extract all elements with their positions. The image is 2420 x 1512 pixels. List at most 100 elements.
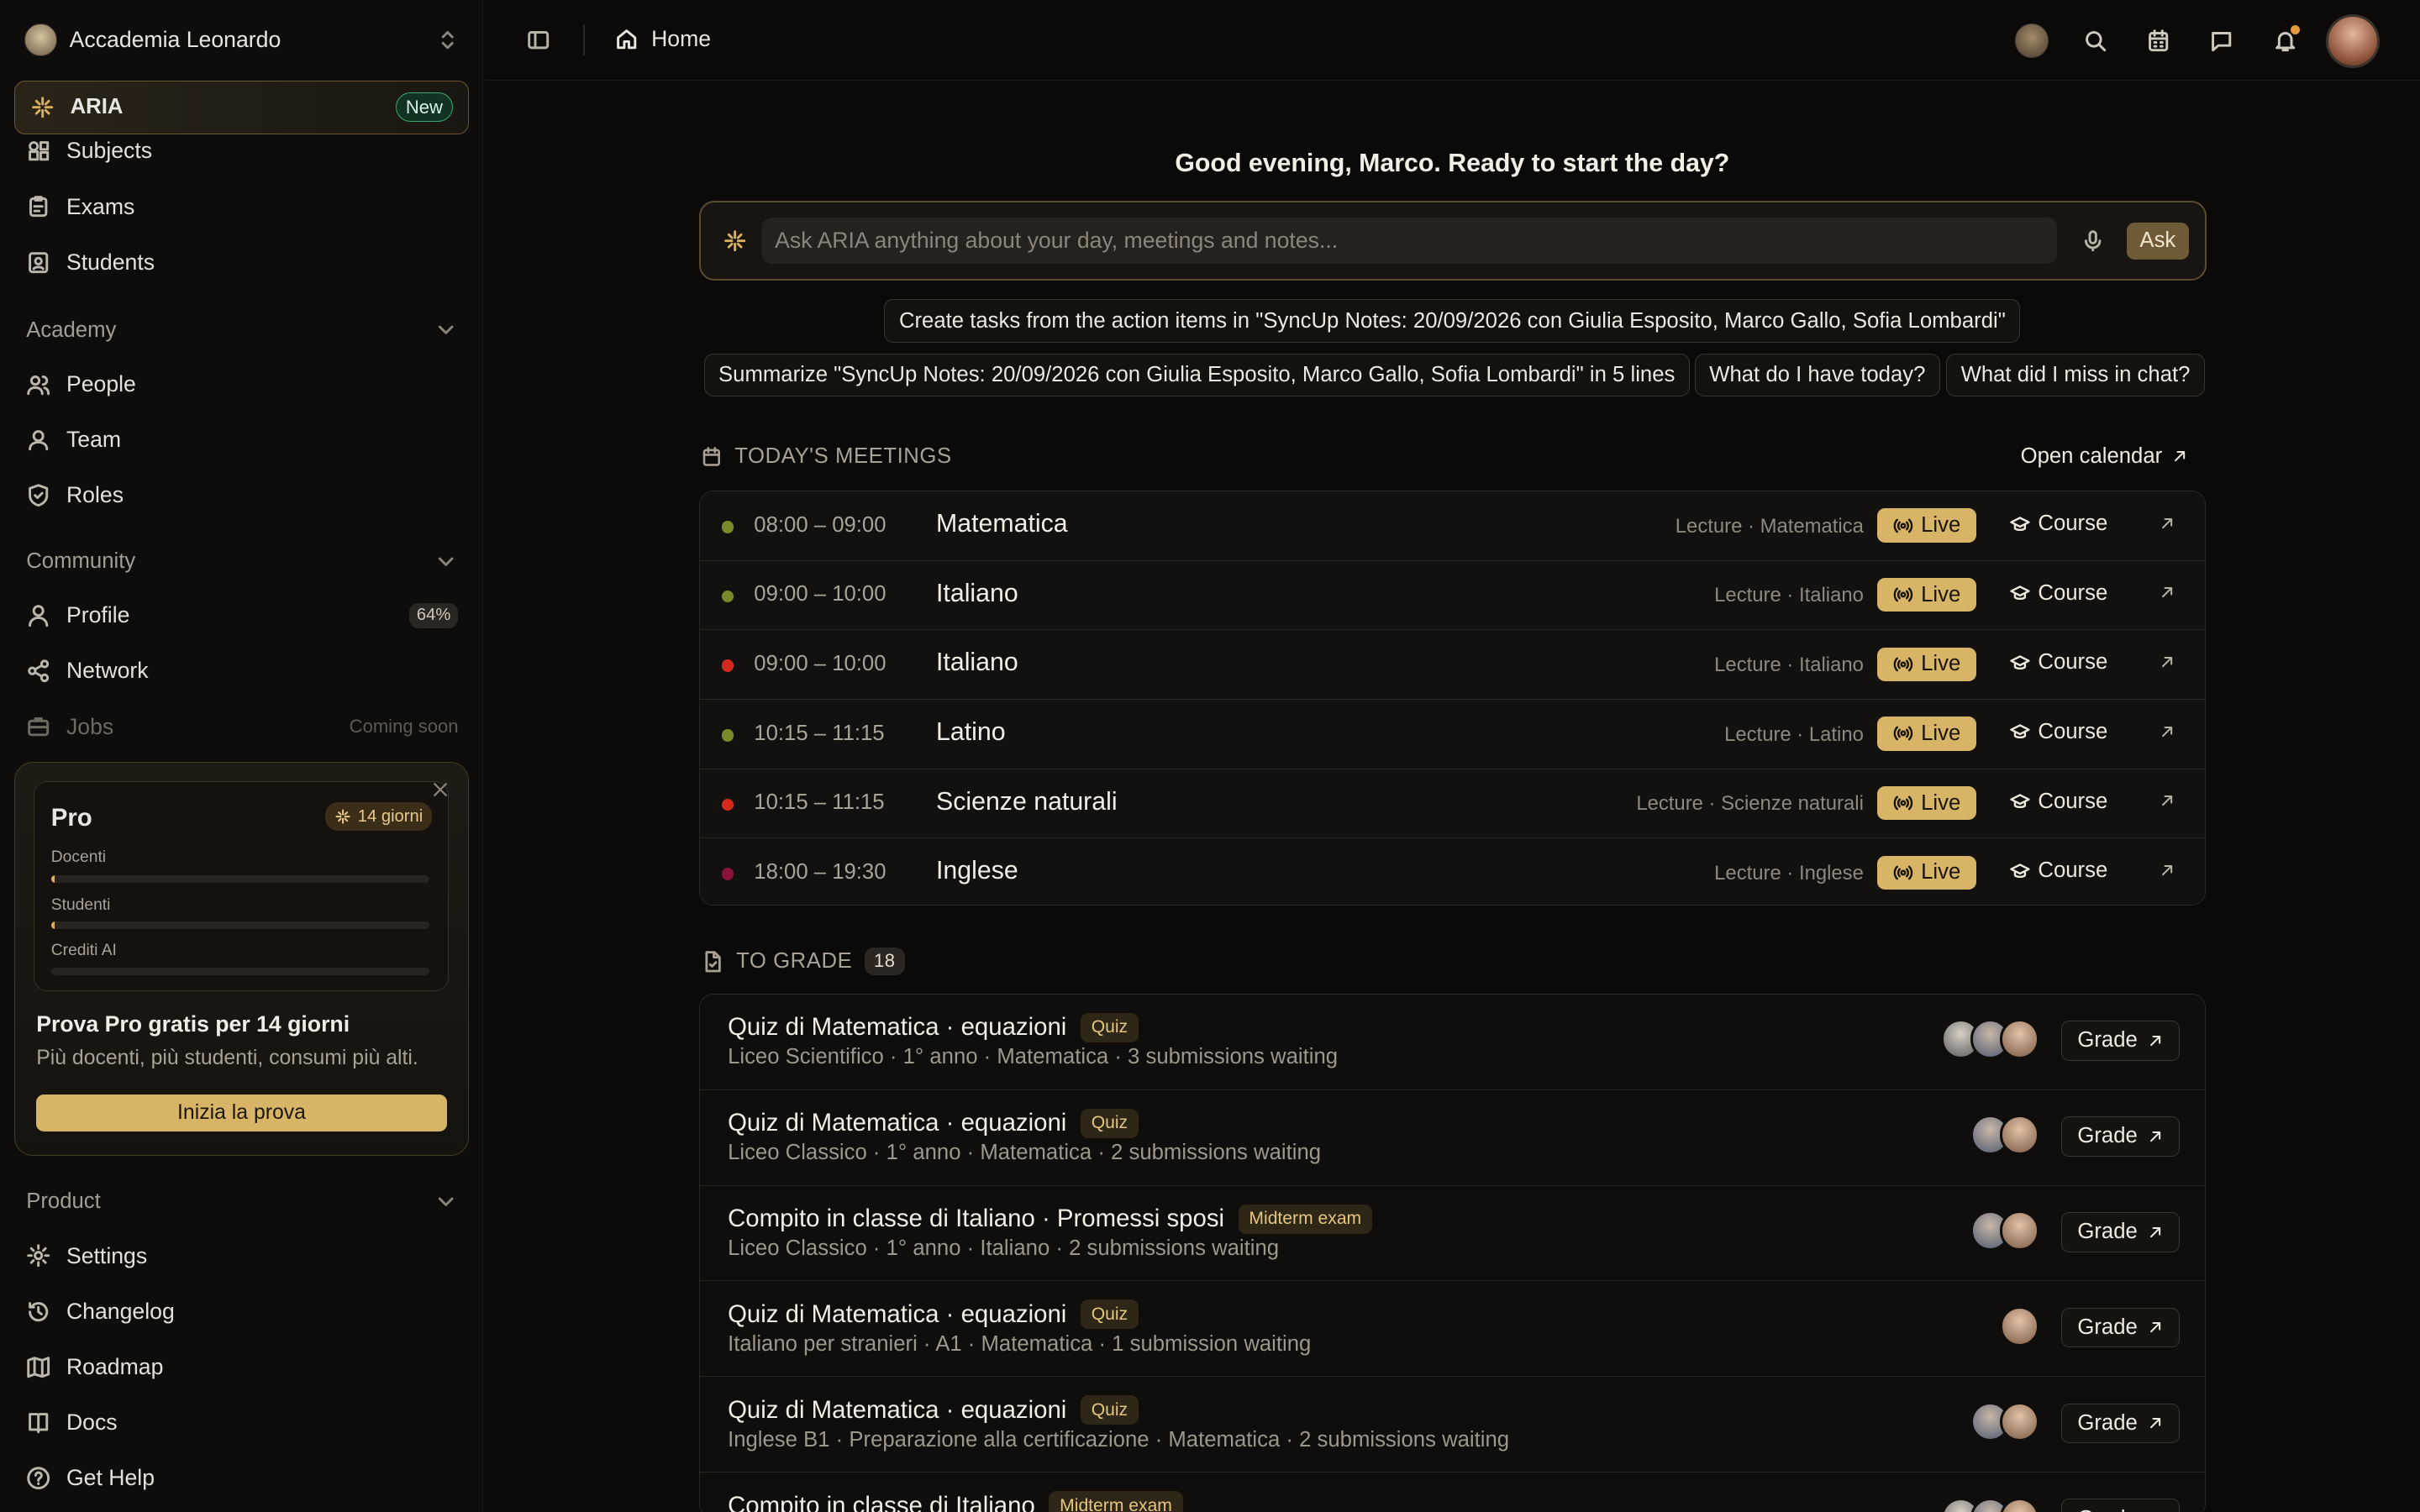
sidebar-item-exams[interactable]: Exams: [26, 186, 458, 227]
grade-button[interactable]: Grade: [2060, 1116, 2181, 1157]
live-badge[interactable]: Live: [1877, 647, 1976, 681]
help-circle-icon: [27, 1467, 50, 1489]
meeting-row[interactable]: 09:00 – 10:00 Italiano Lecture · Italiano L…: [700, 630, 2205, 700]
section-community[interactable]: Community: [26, 546, 458, 577]
suggestion-chip[interactable]: Summarize "SyncUp Notes: 20/09/2026 con …: [703, 353, 1690, 397]
grade-button[interactable]: Grade: [2060, 1211, 2181, 1252]
live-badge[interactable]: Live: [1877, 855, 1976, 890]
student-avatars: [1940, 1497, 2040, 1512]
arrow-up-right-icon[interactable]: [2159, 862, 2175, 879]
sidebar-item-network[interactable]: Network: [26, 651, 458, 691]
sidebar-item-students[interactable]: Students: [26, 242, 458, 282]
sidebar-item-label: Students: [66, 249, 155, 275]
ask-aria-input[interactable]: [762, 218, 2058, 265]
section-academy[interactable]: Academy: [26, 315, 458, 346]
course-link[interactable]: Course: [2010, 581, 2107, 606]
assignment-title-row: Quiz di Matematica · equazioni Quiz: [728, 1299, 1139, 1330]
grade-row[interactable]: Quiz di Matematica · equazioni Quiz Liceo …: [700, 995, 2205, 1090]
grade-row[interactable]: Compito in classe di Italiano · Promessi…: [700, 1186, 2205, 1282]
meeting-title: Latino: [936, 718, 1006, 747]
chevrons-up-down-icon: [441, 31, 454, 50]
grade-button[interactable]: Grade: [2060, 1307, 2181, 1348]
calendar-button[interactable]: [2127, 14, 2190, 66]
gear-icon: [27, 1244, 50, 1268]
arrow-up-right-icon[interactable]: [2159, 515, 2175, 532]
grade-button[interactable]: Grade: [2060, 1499, 2181, 1512]
live-badge[interactable]: Live: [1877, 508, 1976, 543]
meeting-status-dot: [721, 659, 734, 672]
grade-row[interactable]: Compito in classe di Italiano Midterm exa…: [700, 1473, 2205, 1512]
new-badge: New: [395, 92, 453, 123]
grade-button[interactable]: Grade: [2060, 1403, 2181, 1444]
student-avatar: [1999, 1497, 2040, 1512]
meeting-meta: Lecture · Inglese: [1714, 861, 1864, 885]
course-link[interactable]: Course: [2010, 720, 2107, 744]
course-link[interactable]: Course: [2010, 858, 2107, 883]
open-calendar-link[interactable]: Open calendar: [2021, 444, 2189, 469]
search-button[interactable]: [2064, 14, 2127, 66]
user-avatar[interactable]: [2325, 13, 2381, 68]
section-product[interactable]: Product: [26, 1186, 458, 1217]
suggestion-chip[interactable]: What did I miss in chat?: [1946, 353, 2205, 397]
sidebar-toggle-icon[interactable]: [526, 28, 550, 52]
live-badge[interactable]: Live: [1877, 717, 1976, 751]
grade-button[interactable]: Grade: [2060, 1021, 2181, 1061]
suggestion-chip[interactable]: What do I have today?: [1694, 353, 1940, 397]
search-icon: [2085, 31, 2106, 52]
to-grade-header: TO GRADE 18: [701, 947, 905, 976]
course-link[interactable]: Course: [2010, 512, 2107, 536]
arrow-up-right-icon[interactable]: [2159, 723, 2175, 740]
sidebar-item-people[interactable]: People: [26, 364, 458, 404]
messages-button[interactable]: [2190, 14, 2253, 66]
live-badge[interactable]: Live: [1877, 577, 1976, 612]
sidebar-item-get-help[interactable]: Get Help: [26, 1458, 458, 1499]
profile-completion-badge: 64%: [408, 602, 459, 628]
meeting-row[interactable]: 10:15 – 11:15 Latino Lecture · Latino Live C…: [700, 700, 2205, 769]
close-icon[interactable]: [431, 780, 450, 799]
course-link[interactable]: Course: [2010, 790, 2107, 814]
map-icon: [27, 1356, 50, 1378]
sidebar-item-subjects[interactable]: Subjects: [26, 131, 458, 171]
arrow-up-right-icon[interactable]: [2159, 584, 2175, 601]
sidebar-item-team[interactable]: Team: [26, 420, 458, 460]
suggestion-chip[interactable]: Create tasks from the action items in "S…: [884, 299, 2021, 343]
live-badge[interactable]: Live: [1877, 785, 1976, 821]
grade-row[interactable]: Quiz di Matematica · equazioni Quiz Ingles…: [700, 1377, 2205, 1473]
sidebar-item-changelog[interactable]: Changelog: [26, 1291, 458, 1331]
meeting-row[interactable]: 18:00 – 19:30 Inglese Lecture · Inglese Liv…: [700, 838, 2205, 906]
meeting-title: Italiano: [936, 579, 1018, 607]
grade-row[interactable]: Quiz di Matematica · equazioni Quiz Italia…: [700, 1281, 2205, 1378]
sidebar-item-profile[interactable]: Profile 64%: [26, 596, 459, 636]
assignment-type-badge: Quiz: [1080, 1395, 1139, 1425]
sidebar-item-label: Roles: [66, 482, 124, 508]
sidebar-item-roadmap[interactable]: Roadmap: [26, 1347, 458, 1387]
ask-button[interactable]: Ask: [2127, 222, 2189, 260]
sidebar-item-label: Exams: [66, 193, 135, 219]
grade-row[interactable]: Quiz di Matematica · equazioni Quiz Liceo …: [700, 1090, 2205, 1186]
grade-label: Grade: [2077, 1220, 2138, 1244]
notifications-button[interactable]: [2254, 14, 2317, 66]
pro-title: Pro: [50, 804, 92, 832]
graduation-cap-icon: [2010, 516, 2030, 531]
meeting-row[interactable]: 08:00 – 09:00 Matematica Lecture · Matemat…: [700, 491, 2205, 561]
breadcrumb[interactable]: Home: [614, 26, 711, 52]
assistant-avatar-button[interactable]: [2000, 14, 2063, 66]
sidebar-item-label: Changelog: [66, 1298, 175, 1324]
sidebar-item-roles[interactable]: Roles: [26, 475, 458, 516]
sidebar-item-settings[interactable]: Settings: [26, 1236, 458, 1276]
org-switcher[interactable]: Accademia Leonardo: [24, 22, 460, 59]
meeting-title: Inglese: [936, 857, 1018, 885]
meeting-row[interactable]: 09:00 – 10:00 Italiano Lecture · Italiano L…: [700, 560, 2205, 631]
sidebar-item-aria[interactable]: ARIA New: [13, 80, 470, 134]
course-link[interactable]: Course: [2010, 650, 2107, 675]
meter-bar: [50, 967, 429, 975]
arrow-up-right-icon[interactable]: [2159, 792, 2175, 809]
sidebar-item-docs[interactable]: Docs: [26, 1403, 458, 1443]
meeting-meta: Lecture · Scienze naturali: [1636, 792, 1864, 816]
arrow-up-right-icon[interactable]: [2159, 654, 2175, 670]
microphone-icon[interactable]: [2081, 228, 2105, 253]
id-badge-icon: [29, 251, 49, 273]
meeting-row[interactable]: 10:15 – 11:15 Scienze naturali Lecture · S…: [700, 769, 2205, 839]
start-trial-button[interactable]: Inizia la prova: [36, 1095, 447, 1132]
meeting-time: 18:00 – 19:30: [754, 860, 886, 885]
